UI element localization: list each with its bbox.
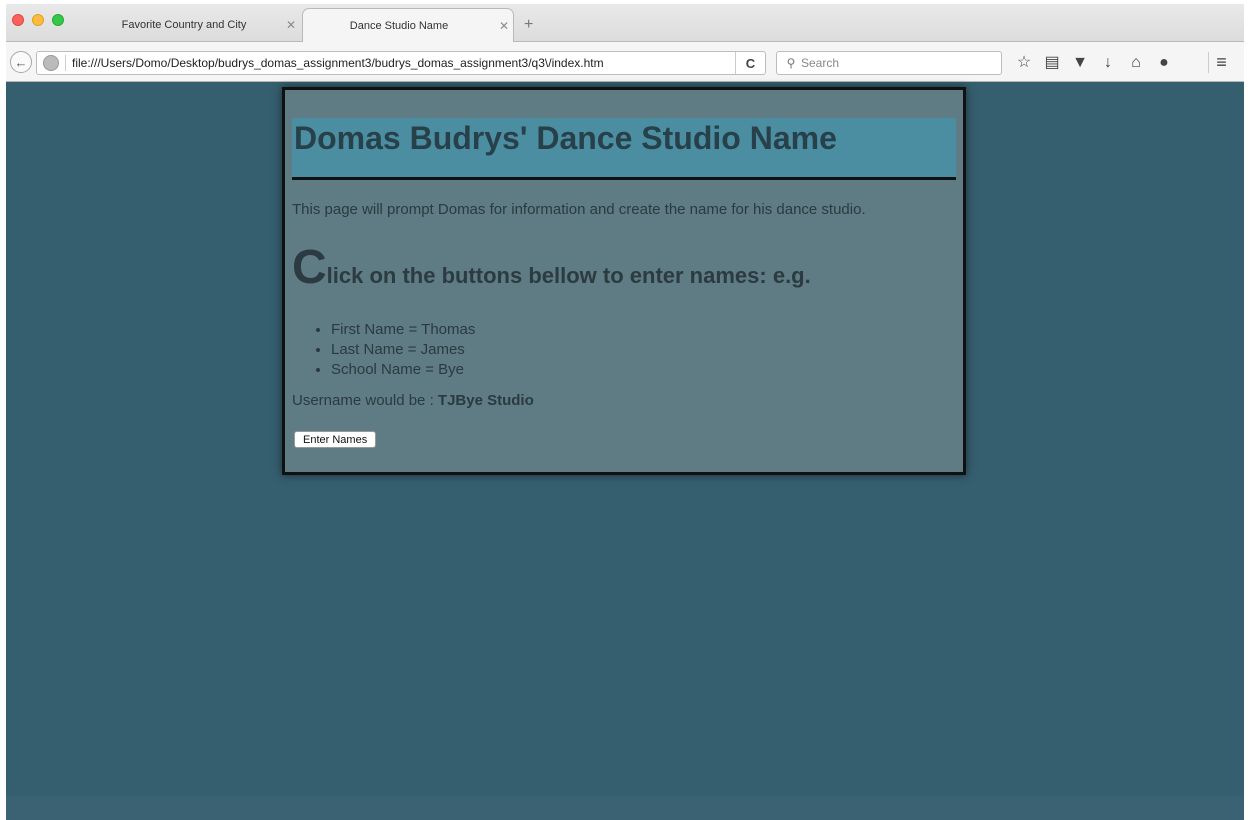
list-item: First Name = Thomas xyxy=(331,320,475,340)
examples-list: First Name = Thomas Last Name = James Sc… xyxy=(331,320,475,380)
toolbar-icons: ☆ ▤ ▼ ↓ ⌂ ● xyxy=(1010,54,1178,72)
reload-icon[interactable]: C xyxy=(735,52,765,74)
chat-icon[interactable]: ● xyxy=(1150,54,1178,72)
result-prefix: Username would be : xyxy=(292,392,438,409)
search-input[interactable] xyxy=(801,56,991,70)
reading-list-icon[interactable]: ▤ xyxy=(1038,54,1066,72)
browser-window: Favorite Country and City ✕ Dance Studio… xyxy=(6,4,1244,820)
instruction-heading: Click on the buttons bellow to enter nam… xyxy=(292,240,811,295)
window-minimize-button[interactable] xyxy=(32,14,44,26)
window-maximize-button[interactable] xyxy=(52,14,64,26)
tab-label: Favorite Country and City xyxy=(121,19,247,31)
bookmark-star-icon[interactable]: ☆ xyxy=(1010,54,1038,72)
globe-icon xyxy=(43,55,59,71)
home-icon[interactable]: ⌂ xyxy=(1122,54,1150,72)
instruction-text: lick on the buttons bellow to enter name… xyxy=(326,263,811,288)
tab-strip: Favorite Country and City ✕ Dance Studio… xyxy=(6,4,1244,43)
url-bar[interactable]: file:///Users/Domo/Desktop/budrys_domas_… xyxy=(36,51,766,75)
back-arrow-icon[interactable]: ← xyxy=(10,51,32,73)
menu-icon[interactable]: ≡ xyxy=(1208,52,1234,73)
pocket-icon[interactable]: ▼ xyxy=(1066,54,1094,72)
list-item: School Name = Bye xyxy=(331,360,475,380)
close-tab-icon[interactable]: ✕ xyxy=(495,19,513,33)
navigation-bar: ← file:///Users/Domo/Desktop/budrys_doma… xyxy=(6,42,1244,82)
url-text[interactable]: file:///Users/Domo/Desktop/budrys_domas_… xyxy=(72,56,735,70)
content-box: Domas Budrys' Dance Studio Name This pag… xyxy=(282,87,966,475)
enter-names-button[interactable]: Enter Names xyxy=(294,431,377,448)
search-bar[interactable]: ⚲ xyxy=(776,51,1002,75)
list-item: Last Name = James xyxy=(331,340,475,360)
search-icon: ⚲ xyxy=(786,56,796,70)
result-value: TJBye Studio xyxy=(437,392,534,409)
intro-text: This page will prompt Domas for informat… xyxy=(292,201,866,218)
result-line: Username would be : TJBye Studio xyxy=(292,392,534,409)
tab-dance-studio[interactable]: Dance Studio Name ✕ xyxy=(302,8,514,43)
close-tab-icon[interactable]: ✕ xyxy=(282,18,300,32)
download-icon[interactable]: ↓ xyxy=(1094,54,1122,72)
url-separator xyxy=(65,55,66,71)
page-viewport: Domas Budrys' Dance Studio Name This pag… xyxy=(6,83,1244,820)
new-tab-button[interactable]: + xyxy=(524,16,533,34)
instruction-dropcap: C xyxy=(292,241,327,294)
tab-favorite-country[interactable]: Favorite Country and City ✕ xyxy=(86,8,300,42)
window-close-button[interactable] xyxy=(12,14,24,26)
tab-label: Dance Studio Name xyxy=(349,20,449,32)
bottom-strip xyxy=(6,796,1244,820)
page-title: Domas Budrys' Dance Studio Name xyxy=(294,120,837,156)
header-band: Domas Budrys' Dance Studio Name xyxy=(292,118,956,180)
